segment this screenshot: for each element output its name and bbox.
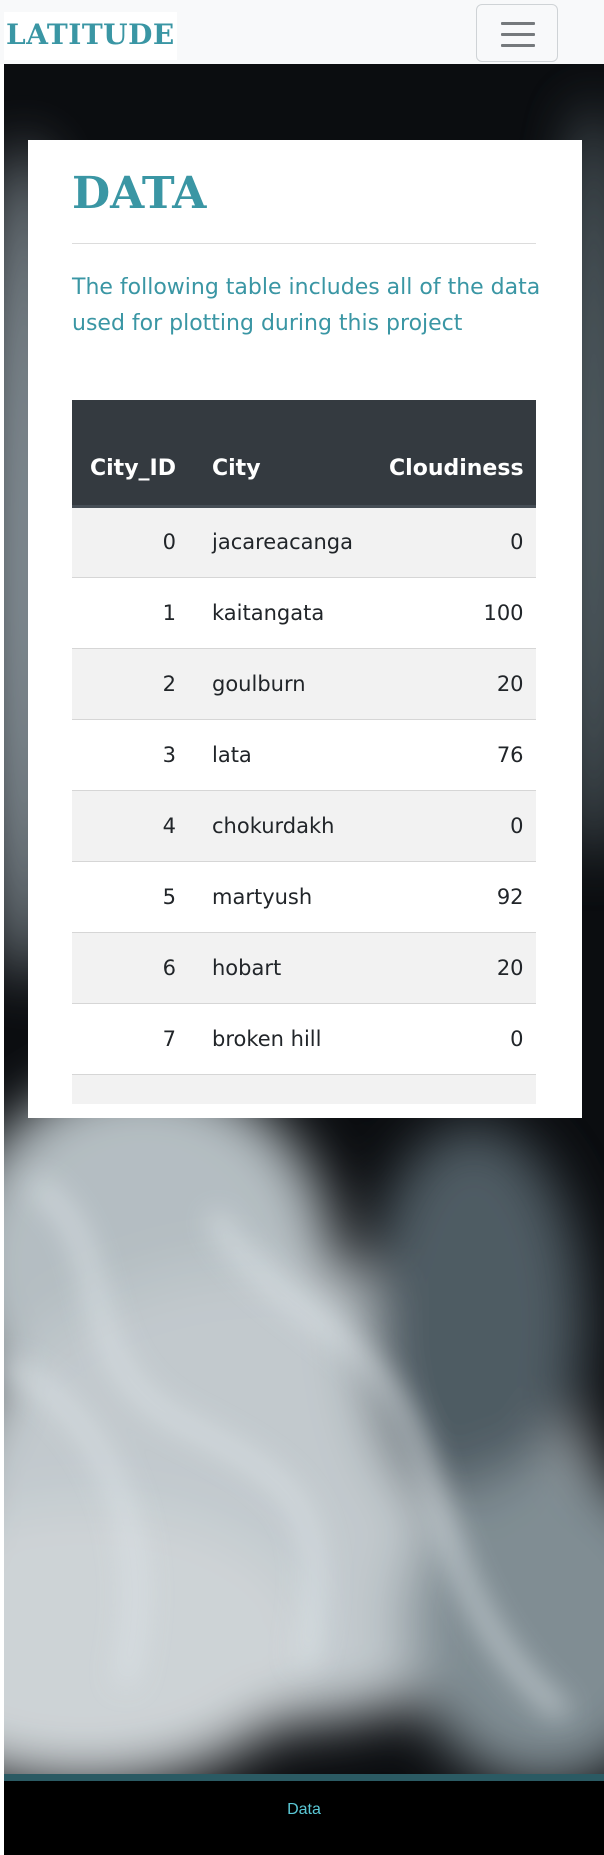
- divider: [72, 243, 536, 244]
- cell-city-id: 1: [72, 576, 194, 648]
- cell-city-id: 6: [72, 931, 194, 1003]
- cell-city: [194, 1073, 372, 1104]
- cell-cloudiness: 92: [371, 860, 536, 932]
- cell-cloudiness: 20: [371, 931, 536, 1003]
- data-table: City_ID City Cloudiness 0 jacareacanga 0 1…: [72, 400, 536, 1104]
- footer-divider: [4, 1774, 604, 1781]
- cell-city: martyush: [194, 860, 372, 932]
- table-row: 6 hobart 20: [72, 931, 536, 1003]
- cell-cloudiness: 0: [371, 505, 536, 577]
- cell-cloudiness: [371, 1073, 536, 1104]
- footer-data-link[interactable]: Data: [287, 1801, 321, 1818]
- cell-city: hobart: [194, 931, 372, 1003]
- table-header-row: City_ID City Cloudiness: [72, 400, 536, 508]
- table-row: 5 martyush 92: [72, 860, 536, 932]
- cell-cloudiness: 100: [371, 576, 536, 648]
- table-row: 0 jacareacanga 0: [72, 505, 536, 577]
- page-description: The following table includes all of the …: [72, 275, 541, 336]
- cell-city-id: 5: [72, 860, 194, 932]
- cell-city-id: 3: [72, 718, 194, 790]
- table-row: 4 chokurdakh 0: [72, 789, 536, 861]
- data-table-scroll[interactable]: City_ID City Cloudiness 0 jacareacanga 0 1…: [72, 400, 536, 1104]
- footer: Data: [4, 1781, 604, 1855]
- navbar: LATITUDE: [0, 0, 604, 64]
- cell-cloudiness: 0: [371, 789, 536, 861]
- cell-city-id: 2: [72, 647, 194, 719]
- cell-city: lata: [194, 718, 372, 790]
- cell-cloudiness: 76: [371, 718, 536, 790]
- table-row: 2 goulburn 20: [72, 647, 536, 719]
- table-row: [72, 1073, 536, 1104]
- cell-city: jacareacanga: [194, 505, 372, 577]
- cell-city: chokurdakh: [194, 789, 372, 861]
- brand-logo[interactable]: LATITUDE: [4, 12, 177, 60]
- cell-city: broken hill: [194, 1002, 372, 1074]
- page-title: DATA: [72, 168, 207, 219]
- cell-city-id: 4: [72, 789, 194, 861]
- cell-city-id: [72, 1073, 194, 1104]
- hamburger-menu-button[interactable]: [476, 4, 558, 62]
- table-row: 3 lata 76: [72, 718, 536, 790]
- column-header-city[interactable]: City: [194, 400, 372, 508]
- cell-cloudiness: 0: [371, 1002, 536, 1074]
- cell-cloudiness: 20: [371, 647, 536, 719]
- cell-city-id: 0: [72, 505, 194, 577]
- table-row: 1 kaitangata 100: [72, 576, 536, 648]
- column-header-cloudiness[interactable]: Cloudiness: [371, 400, 536, 508]
- cell-city: kaitangata: [194, 576, 372, 648]
- column-header-city-id[interactable]: City_ID: [72, 400, 194, 508]
- cell-city: goulburn: [194, 647, 372, 719]
- cell-city-id: 7: [72, 1002, 194, 1074]
- table-row: 7 broken hill 0: [72, 1002, 536, 1074]
